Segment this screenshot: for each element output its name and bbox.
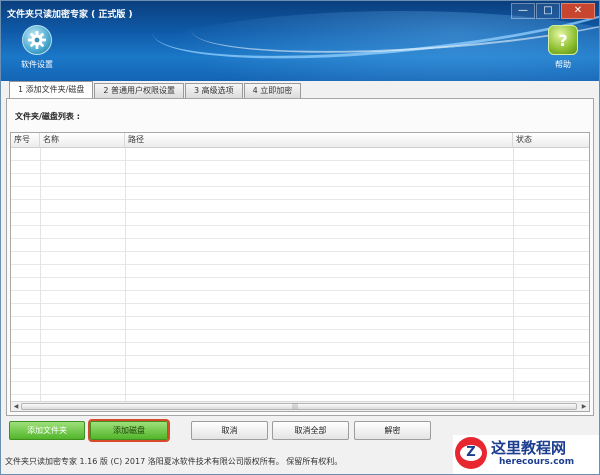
- tab-add-folder-disk[interactable]: 1 添加文件夹/磁盘: [9, 81, 94, 98]
- cancel-all-button[interactable]: 取消全部: [272, 421, 349, 440]
- watermark: Z 这里教程网 herecours.com: [453, 435, 599, 474]
- horizontal-scrollbar[interactable]: ◀ ||| ▶: [11, 401, 589, 411]
- minimize-button[interactable]: —: [511, 3, 535, 19]
- scroll-right-icon[interactable]: ▶: [579, 402, 589, 411]
- tab-advanced-options[interactable]: 3 高级选项: [184, 83, 243, 98]
- window-title: 文件夹只读加密专家 ( 正式版 ): [7, 10, 133, 20]
- tab-bar: 1 添加文件夹/磁盘 2 普通用户权限设置 3 高级选项 4 立即加密: [9, 81, 302, 98]
- help-label: 帮助: [555, 60, 571, 69]
- scrollbar-thumb[interactable]: |||: [21, 403, 577, 410]
- app-window: 文件夹只读加密专家 ( 正式版 ) — □ ✕ 软件设置 ? 帮助 1 添加文件…: [0, 0, 600, 475]
- help-button[interactable]: ? 帮助: [535, 25, 591, 70]
- watermark-logo-letter: Z: [460, 445, 482, 461]
- add-disk-button[interactable]: 添加磁盘: [88, 419, 170, 442]
- add-folder-button[interactable]: 添加文件夹: [9, 421, 85, 440]
- column-header-name[interactable]: 名称: [40, 133, 125, 148]
- watermark-url: herecours.com: [499, 457, 575, 467]
- header-banner: 文件夹只读加密专家 ( 正式版 ) — □ ✕ 软件设置 ? 帮助: [1, 1, 599, 81]
- cancel-button[interactable]: 取消: [191, 421, 268, 440]
- tab-encrypt-now[interactable]: 4 立即加密: [243, 83, 302, 98]
- column-divider: [513, 148, 514, 403]
- scroll-left-icon[interactable]: ◀: [11, 402, 21, 411]
- help-icon: ?: [548, 25, 578, 55]
- settings-label: 软件设置: [21, 60, 53, 69]
- status-bar-text: 文件夹只读加密专家 1.16 版 (C) 2017 洛阳夏冰软件技术有限公司版权…: [5, 457, 343, 466]
- table-body: [11, 148, 589, 403]
- list-caption: 文件夹/磁盘列表 :: [15, 112, 80, 121]
- maximize-button[interactable]: □: [536, 3, 560, 19]
- table-header: 序号 名称 路径 状态: [11, 133, 589, 148]
- decrypt-button[interactable]: 解密: [354, 421, 431, 440]
- folder-disk-table[interactable]: 序号 名称 路径 状态 ◀ ||| ▶: [10, 132, 590, 412]
- settings-button[interactable]: 软件设置: [9, 25, 65, 70]
- column-header-status[interactable]: 状态: [513, 133, 589, 148]
- grip-icon: |||: [292, 403, 299, 410]
- gear-icon: [22, 25, 52, 55]
- watermark-logo-icon: Z: [455, 437, 487, 469]
- watermark-title: 这里教程网: [491, 439, 567, 457]
- window-controls: — □ ✕: [510, 3, 595, 19]
- column-header-index[interactable]: 序号: [11, 133, 40, 148]
- close-button[interactable]: ✕: [561, 3, 595, 19]
- column-divider: [40, 148, 41, 403]
- tab-panel: 文件夹/磁盘列表 : 序号 名称 路径 状态 ◀ ||| ▶: [6, 98, 594, 416]
- column-header-path[interactable]: 路径: [125, 133, 513, 148]
- column-divider: [125, 148, 126, 403]
- tab-user-permissions[interactable]: 2 普通用户权限设置: [94, 83, 184, 98]
